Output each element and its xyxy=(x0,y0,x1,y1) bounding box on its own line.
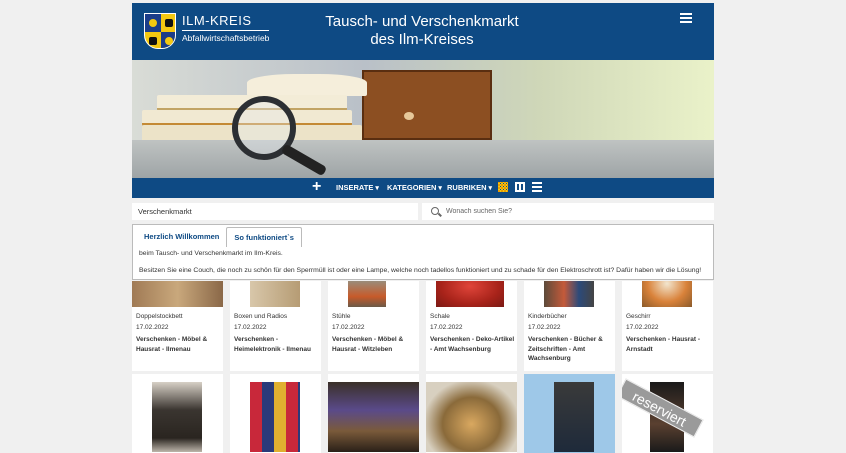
listing-date: 17.02.2022 xyxy=(430,324,463,331)
listing-date: 17.02.2022 xyxy=(626,324,659,331)
info-panel: Herzlich Willkommen So funktioniert`s be… xyxy=(132,224,714,280)
plus-icon[interactable]: + xyxy=(312,179,321,195)
tab-welcome[interactable]: Herzlich Willkommen xyxy=(137,227,226,247)
page-title: Tausch- und Verschenkmarkt des Ilm-Kreis… xyxy=(292,13,552,49)
listing-image[interactable] xyxy=(554,382,594,452)
listing-rubric: Verschenken - Möbel & Hausrat - Ilmenau xyxy=(136,336,208,353)
listing-title: Kinderbücher xyxy=(528,313,567,320)
listing-image[interactable] xyxy=(426,382,517,452)
search-input[interactable] xyxy=(446,205,706,218)
logo-title: ILM-KREIS xyxy=(182,13,252,28)
grid-large-icon[interactable] xyxy=(498,182,508,192)
listing-rubric: Verschenken - Hausrat - Arnstadt xyxy=(626,336,701,353)
listing-card[interactable] xyxy=(132,374,223,453)
listing-image[interactable] xyxy=(250,281,300,307)
listing-image[interactable] xyxy=(328,382,419,452)
main-nav: + INSERATE KATEGORIEN RUBRIKEN xyxy=(132,178,714,198)
listing-date: 17.02.2022 xyxy=(234,324,267,331)
listing-title: Doppelstockbett xyxy=(136,313,183,320)
listing-title: Stühle xyxy=(332,313,351,320)
search-icon[interactable] xyxy=(431,207,439,215)
title-line-1: Tausch- und Verschenkmarkt xyxy=(325,13,519,30)
nav-rubriken[interactable]: RUBRIKEN xyxy=(447,183,492,192)
listing-card[interactable] xyxy=(328,374,419,453)
listing-title: Geschirr xyxy=(626,313,651,320)
listing-card[interactable]: Kinderbücher 17.02.2022 Verschenken - Bü… xyxy=(524,281,615,371)
hero-image xyxy=(132,60,714,178)
listing-card[interactable] xyxy=(426,374,517,453)
nav-inserate[interactable]: INSERATE xyxy=(336,183,379,192)
listing-card[interactable]: Stühle 17.02.2022 Verschenken - Möbel & … xyxy=(328,281,419,371)
listing-title: Schale xyxy=(430,313,450,320)
site-header: ILM-KREIS Abfallwirtschaftsbetrieb Tausc… xyxy=(132,3,714,60)
page: ILM-KREIS Abfallwirtschaftsbetrieb Tausc… xyxy=(132,3,714,453)
listing-date: 17.02.2022 xyxy=(136,324,169,331)
tab-how-it-works[interactable]: So funktioniert`s xyxy=(226,227,302,247)
listing-image[interactable] xyxy=(436,281,504,307)
table-surface xyxy=(132,140,714,178)
listing-image[interactable] xyxy=(250,382,300,452)
listing-rubric: Verschenken - Möbel & Hausrat - Witzlebe… xyxy=(332,336,404,353)
search-box xyxy=(422,203,714,220)
coat-of-arms-icon xyxy=(144,13,176,49)
listing-title: Boxen und Radios xyxy=(234,313,288,320)
listing-card[interactable] xyxy=(524,374,615,453)
listing-card[interactable]: Boxen und Radios 17.02.2022 Verschenken … xyxy=(230,281,321,371)
listing-date: 17.02.2022 xyxy=(528,324,561,331)
listing-card[interactable]: Doppelstockbett 17.02.2022 Verschenken -… xyxy=(132,281,223,371)
logo[interactable]: ILM-KREIS Abfallwirtschaftsbetrieb xyxy=(144,13,270,49)
grid-small-icon[interactable] xyxy=(515,182,525,192)
nav-kategorien[interactable]: KATEGORIEN xyxy=(387,183,442,192)
breadcrumb[interactable]: Verschenkmarkt xyxy=(132,203,418,220)
intro-text: Besitzen Sie eine Couch, die noch zu sch… xyxy=(139,267,702,274)
listing-image[interactable] xyxy=(132,281,223,307)
list-icon[interactable] xyxy=(532,182,542,192)
drawer-shape xyxy=(362,70,492,140)
logo-subtitle: Abfallwirtschaftsbetrieb xyxy=(182,30,270,43)
listing-card[interactable]: Schale 17.02.2022 Verschenken - Deko-Art… xyxy=(426,281,517,371)
listing-image[interactable] xyxy=(642,281,692,307)
open-book-shape xyxy=(247,74,367,96)
welcome-text: beim Tausch- und Verschenkmarkt im Ilm-K… xyxy=(139,250,283,257)
listing-date: 17.02.2022 xyxy=(332,324,365,331)
listing-rubric: Verschenken - Heimelektronik - Ilmenau xyxy=(234,336,311,353)
hamburger-menu-icon[interactable] xyxy=(680,13,692,25)
listing-image[interactable] xyxy=(348,281,386,307)
title-line-2: des Ilm-Kreises xyxy=(370,31,474,48)
listing-image[interactable] xyxy=(152,382,202,452)
listing-card[interactable]: Geschirr 17.02.2022 Verschenken - Hausra… xyxy=(622,281,713,371)
listing-rubric: Verschenken - Bücher & Zeitschriften - A… xyxy=(528,336,603,362)
listing-rubric: Verschenken - Deko-Artikel - Amt Wachsen… xyxy=(430,336,515,353)
listing-image[interactable] xyxy=(544,281,594,307)
listing-card[interactable]: reserviert xyxy=(622,374,713,453)
listing-card[interactable] xyxy=(230,374,321,453)
